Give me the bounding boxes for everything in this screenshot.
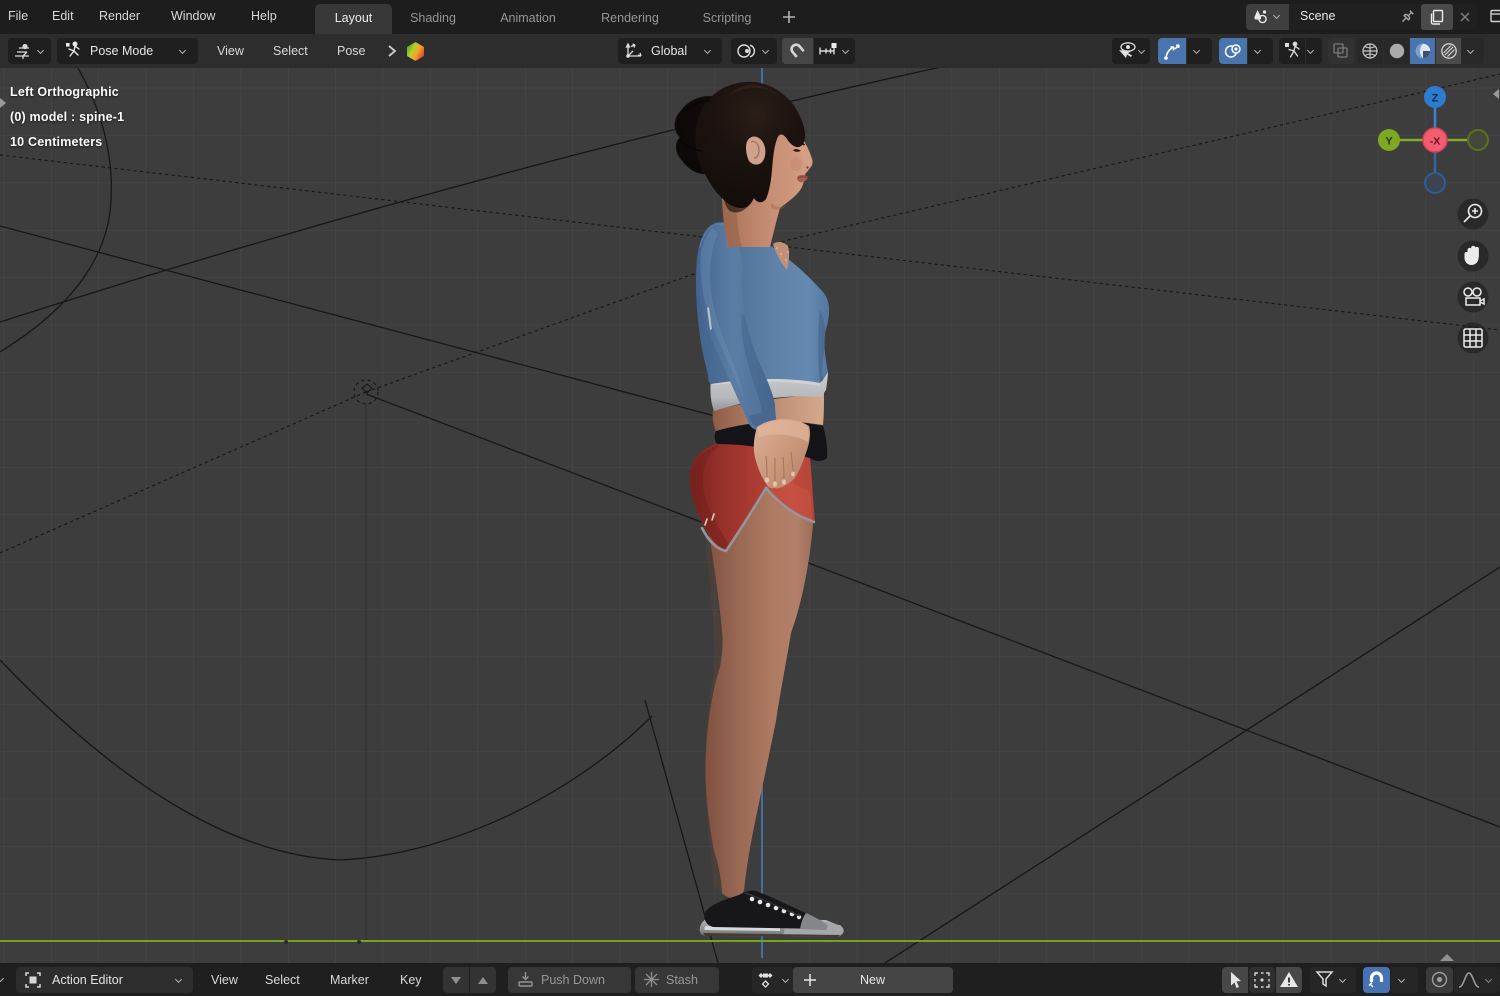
svg-text:-X: -X	[1430, 136, 1441, 148]
svg-text:Z: Z	[1432, 93, 1439, 105]
svg-text:Y: Y	[1385, 136, 1393, 148]
